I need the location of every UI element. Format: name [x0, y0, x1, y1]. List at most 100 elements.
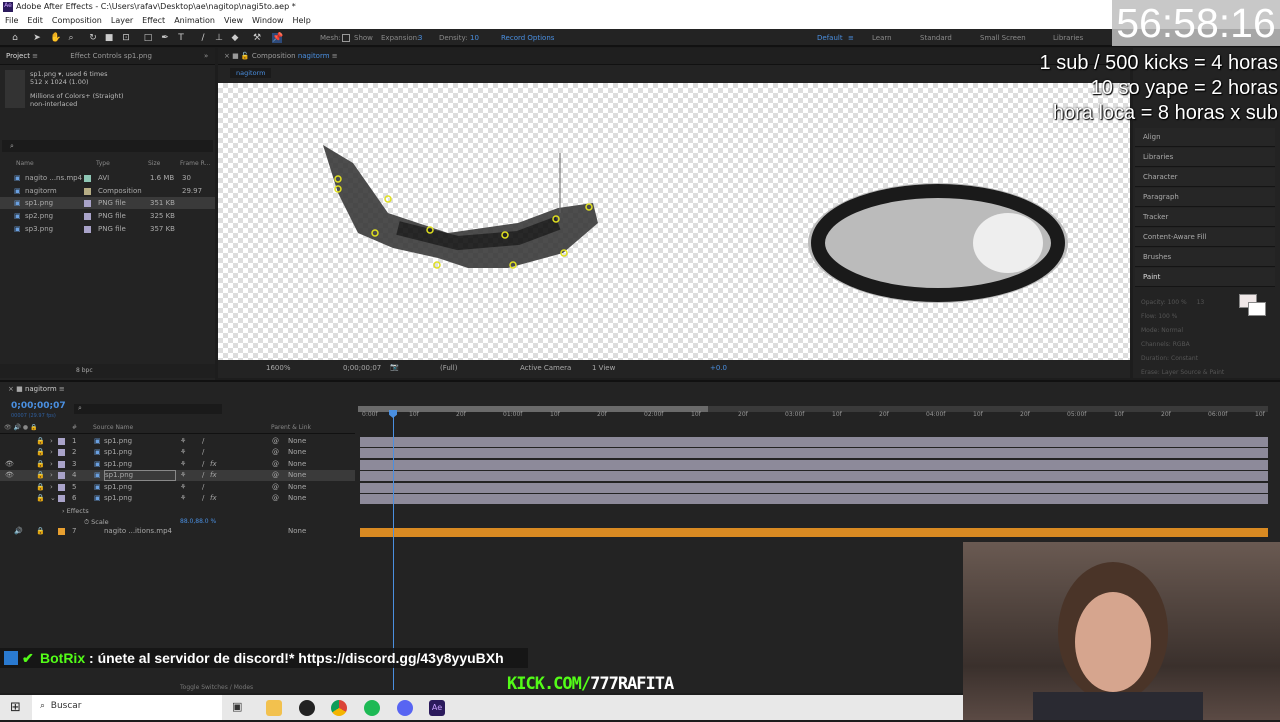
- layer-name[interactable]: sp1.png: [104, 493, 132, 504]
- timeline-tab[interactable]: × ■ nagitorm ≡: [0, 382, 73, 396]
- shy-icon[interactable]: ⚘: [180, 447, 186, 458]
- layer-track-bar[interactable]: [360, 482, 1268, 493]
- menu-layer[interactable]: Layer: [111, 16, 133, 29]
- expansion-value[interactable]: 3: [418, 34, 422, 42]
- layer-name[interactable]: sp1.png: [104, 470, 176, 482]
- menu-effect[interactable]: Effect: [142, 16, 165, 29]
- parent-dropdown[interactable]: None: [288, 493, 306, 504]
- chevron-right-icon[interactable]: ›: [50, 470, 53, 481]
- parent-dropdown[interactable]: None: [288, 470, 306, 481]
- chevron-right-icon[interactable]: ›: [50, 459, 53, 470]
- panel-content-aware-fill[interactable]: Content-Aware Fill: [1135, 228, 1275, 247]
- selection-tool-icon[interactable]: ➤: [32, 33, 42, 43]
- channels-dropdown[interactable]: RGBA: [1173, 341, 1190, 348]
- lock-icon[interactable]: 🔒: [36, 482, 45, 493]
- col-source-name[interactable]: Source Name: [93, 424, 133, 431]
- quality-icon[interactable]: /: [202, 493, 204, 504]
- views-dropdown[interactable]: 1 View: [592, 364, 615, 372]
- pick-whip-icon[interactable]: @: [272, 447, 279, 458]
- shy-icon[interactable]: ⚘: [180, 482, 186, 493]
- label-color[interactable]: [58, 528, 65, 535]
- camera-tool-icon[interactable]: ■: [104, 33, 114, 43]
- task-view-icon[interactable]: ▣: [232, 700, 248, 716]
- workspace-default[interactable]: Default: [817, 34, 843, 42]
- shy-icon[interactable]: ⚘: [180, 493, 186, 504]
- lock-icon[interactable]: 🔒: [36, 447, 45, 458]
- show-mesh-checkbox[interactable]: [342, 34, 350, 42]
- layer-track-bar[interactable]: [360, 471, 1268, 482]
- pick-whip-icon[interactable]: @: [272, 493, 279, 504]
- layer-track-bar[interactable]: [360, 437, 1268, 447]
- panel-expand-icon[interactable]: »: [204, 52, 208, 60]
- layer-name[interactable]: sp1.png: [104, 447, 132, 458]
- chevron-right-icon[interactable]: ›: [50, 436, 53, 447]
- layer-row[interactable]: 👁 🔒 › 3 ▣ sp1.png ⚘ / fx @ None: [0, 459, 355, 470]
- parent-dropdown[interactable]: None: [288, 482, 306, 493]
- label-color[interactable]: [58, 483, 65, 491]
- panel-libraries[interactable]: Libraries: [1135, 148, 1275, 167]
- label-color[interactable]: [84, 175, 91, 182]
- menu-file[interactable]: File: [5, 16, 18, 29]
- parent-dropdown[interactable]: None: [288, 459, 306, 470]
- pick-whip-icon[interactable]: @: [272, 482, 279, 493]
- composition-tab[interactable]: × ■ 🔓 Composition nagitorm ≡: [218, 48, 1130, 65]
- chrome-icon[interactable]: [331, 700, 347, 716]
- fx-icon[interactable]: fx: [210, 459, 217, 470]
- panel-paint[interactable]: Paint: [1135, 268, 1275, 287]
- chevron-down-icon[interactable]: ⌄: [50, 493, 56, 504]
- brush-size[interactable]: 13: [1197, 299, 1205, 306]
- lock-icon[interactable]: 🔒: [36, 526, 45, 537]
- layer-row[interactable]: 🔒 › 1 ▣ sp1.png ⚘ / @ None: [0, 436, 355, 447]
- density-value[interactable]: 10: [470, 34, 479, 42]
- label-color[interactable]: [84, 213, 91, 221]
- label-color[interactable]: [58, 460, 65, 468]
- label-color[interactable]: [58, 495, 65, 502]
- menu-help[interactable]: Help: [293, 16, 311, 29]
- toggle-switches-modes[interactable]: Toggle Switches / Modes: [180, 684, 253, 691]
- mode-dropdown[interactable]: Normal: [1161, 327, 1183, 334]
- label-color[interactable]: [58, 449, 65, 457]
- eye-icon[interactable]: 👁: [5, 470, 14, 481]
- panel-tracker[interactable]: Tracker: [1135, 208, 1275, 227]
- current-time-display[interactable]: 0;00;00;07: [11, 401, 66, 411]
- pan-behind-icon[interactable]: ⊡: [121, 33, 131, 43]
- col-frame-rate[interactable]: Frame R...: [180, 160, 210, 167]
- chevron-right-icon[interactable]: ›: [50, 482, 53, 493]
- pick-whip-icon[interactable]: @: [272, 436, 279, 447]
- layer-row[interactable]: 👁 🔒 › 4 ▣ sp1.png ⚘ / fx @ None: [0, 470, 355, 482]
- col-name[interactable]: Name: [16, 160, 34, 167]
- fx-icon[interactable]: fx: [210, 493, 217, 504]
- parent-dropdown[interactable]: None: [288, 436, 306, 447]
- quality-icon[interactable]: /: [202, 447, 204, 458]
- bit-depth-button[interactable]: 8 bpc: [76, 367, 93, 374]
- panel-character[interactable]: Character: [1135, 168, 1275, 187]
- flow-value[interactable]: 100 %: [1158, 313, 1177, 320]
- record-options-button[interactable]: Record Options: [501, 34, 554, 42]
- label-color[interactable]: [84, 200, 91, 208]
- exposure-value[interactable]: +0.0: [710, 364, 727, 372]
- viewer-timecode[interactable]: 0;00;00;07: [343, 364, 381, 372]
- pen-tool-icon[interactable]: ✒: [160, 33, 170, 43]
- layer-row[interactable]: 🔒 › 5 ▣ sp1.png ⚘ / @ None: [0, 482, 355, 493]
- zoom-tool-icon[interactable]: ⌕: [66, 33, 76, 43]
- eraser-tool-icon[interactable]: ◆: [230, 33, 240, 43]
- brush-tool-icon[interactable]: /: [198, 33, 208, 43]
- pick-whip-icon[interactable]: @: [272, 470, 279, 481]
- after-effects-taskbar-icon[interactable]: Ae: [429, 700, 445, 716]
- col-size[interactable]: Size: [148, 160, 160, 167]
- magnification-dropdown[interactable]: 1600%: [266, 364, 290, 372]
- shy-icon[interactable]: ⚘: [180, 459, 186, 470]
- label-color[interactable]: [58, 472, 65, 480]
- erase-dropdown[interactable]: Layer Source & Paint: [1162, 369, 1225, 376]
- workspace-libraries[interactable]: Libraries: [1053, 34, 1083, 42]
- time-navigator[interactable]: [358, 406, 1268, 412]
- parent-dropdown[interactable]: None: [288, 447, 306, 458]
- scale-value[interactable]: 88.0,88.0 %: [180, 518, 216, 525]
- workspace-small-screen[interactable]: Small Screen: [980, 34, 1026, 42]
- layer-name[interactable]: sp1.png: [104, 482, 132, 493]
- timeline-search-input[interactable]: ⌕: [74, 404, 222, 414]
- menu-view[interactable]: View: [224, 16, 243, 29]
- spotify-icon[interactable]: [364, 700, 380, 716]
- project-item[interactable]: ▣ sp3.png PNG file 357 KB: [0, 223, 215, 235]
- layer-row[interactable]: 🔒 › 2 ▣ sp1.png ⚘ / @ None: [0, 447, 355, 458]
